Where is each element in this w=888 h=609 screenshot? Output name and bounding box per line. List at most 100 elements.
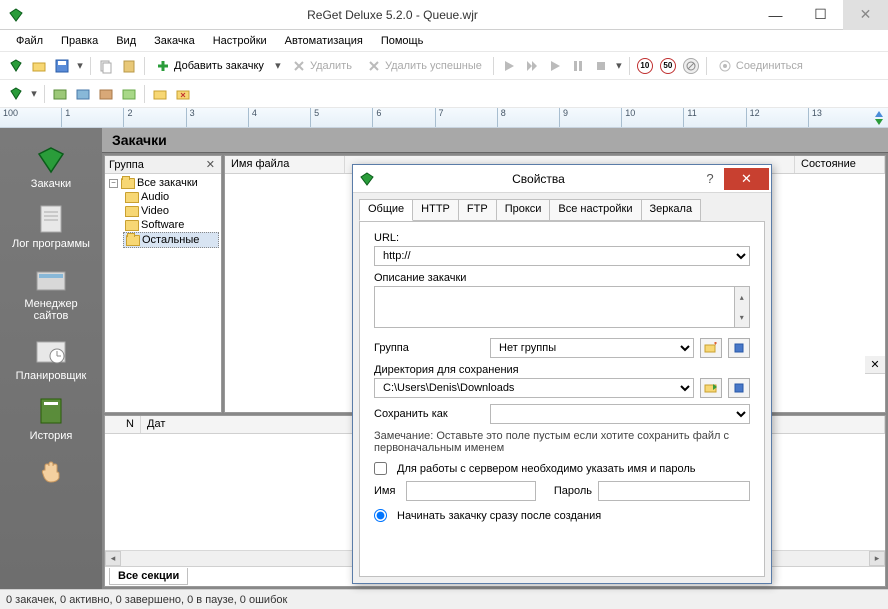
group-pin-button[interactable] [728,338,750,358]
tree-node-software[interactable]: Software [123,218,219,232]
menu-automation[interactable]: Автоматизация [277,32,371,50]
ruler-tick: 11 [683,108,745,127]
save-icon[interactable] [52,56,72,76]
sites-icon [35,264,67,296]
sidebar: Закачки Лог программы Менеджер сайтов Пл… [0,128,102,589]
start-now-label: Начинать закачку сразу после создания [397,510,601,522]
password-field[interactable] [598,481,750,501]
tb2-folder2-icon[interactable] [173,84,193,104]
sidebar-item-sites[interactable]: Менеджер сайтов [7,260,95,326]
spin-down-icon[interactable]: ▾ [735,307,749,327]
collapse-icon[interactable]: − [109,179,118,188]
dialog-close-button[interactable]: ✕ [724,168,769,190]
timeline-ruler[interactable]: 100 1 2 3 4 5 6 7 8 9 10 11 12 13 [0,108,888,128]
sidebar-item-scheduler[interactable]: Планировщик [7,332,95,386]
stop-icon[interactable] [591,56,611,76]
dialog-titlebar: Свойства ? ✕ [353,165,771,193]
tree-root[interactable]: −Все закачки [107,176,219,190]
desc-field[interactable] [374,286,735,328]
tree-node-audio[interactable]: Audio [123,190,219,204]
pane-close-icon[interactable]: ✕ [204,158,217,171]
ruler-scroll-arrows[interactable] [870,108,888,127]
desc-label: Описание закачки [374,272,750,284]
close-button[interactable]: ✕ [843,0,888,30]
maximize-button[interactable]: ☐ [798,0,843,30]
browse-dir-button[interactable] [700,378,722,398]
menu-settings[interactable]: Настройки [205,32,275,50]
speed-unlimited-button[interactable] [681,56,701,76]
tb2-box1-icon[interactable] [50,84,70,104]
pause-icon[interactable] [568,56,588,76]
scroll-right-icon[interactable]: ▸ [869,551,885,566]
speed-50-button[interactable]: 50 [658,56,678,76]
list-pane-close[interactable]: ✕ [865,356,885,374]
tb2-folder-icon[interactable] [150,84,170,104]
spin-up-icon[interactable]: ▴ [735,287,749,307]
tree-node-other[interactable]: Остальные [123,232,219,248]
saveas-field[interactable] [490,404,750,424]
minimize-button[interactable]: — [753,0,798,30]
ruler-tick: 13 [808,108,870,127]
scroll-left-icon[interactable]: ◂ [105,551,121,566]
delete-button[interactable]: Удалить [286,55,358,77]
folder-icon [125,206,139,217]
skip-icon[interactable] [522,56,542,76]
play2-icon[interactable] [545,56,565,76]
tb2-diamond-icon[interactable] [6,84,26,104]
sidebar-item-downloads[interactable]: Закачки [7,140,95,194]
menu-file[interactable]: Файл [8,32,51,50]
col-filename[interactable]: Имя файла [225,156,345,173]
add-download-button[interactable]: Добавить закачку [150,55,270,77]
tree-node-video[interactable]: Video [123,204,219,218]
add-dropdown-icon[interactable]: ▾ [273,59,283,72]
save-dropdown-icon[interactable]: ▾ [75,59,85,72]
menu-download[interactable]: Закачка [146,32,203,50]
auth-checkbox[interactable] [374,462,387,475]
secondary-toolbar: ▾ [0,80,888,108]
url-field[interactable]: http:// [374,246,750,266]
dir-pin-button[interactable] [728,378,750,398]
tb2-box2-icon[interactable] [73,84,93,104]
saveas-label: Сохранить как [374,408,484,420]
speed-10-button[interactable]: 10 [635,56,655,76]
tab-all-settings[interactable]: Все настройки [549,199,641,221]
ruler-tick: 10 [621,108,683,127]
new-group-button[interactable] [700,338,722,358]
tree-header: Группа ✕ [105,156,221,174]
sidebar-item-hand[interactable] [7,452,95,492]
col-n[interactable]: N [105,416,141,433]
col-state[interactable]: Состояние [795,156,885,173]
connect-button[interactable]: Соединиться [712,55,809,77]
delete-successful-button[interactable]: Удалить успешные [361,55,488,77]
tab-mirrors[interactable]: Зеркала [641,199,702,221]
tab-general[interactable]: Общие [359,199,413,221]
scheduler-icon [35,336,67,368]
menu-view[interactable]: Вид [108,32,144,50]
menubar: Файл Правка Вид Закачка Настройки Автома… [0,30,888,52]
ruler-tick: 12 [746,108,808,127]
copy-icon[interactable] [96,56,116,76]
dialog-help-button[interactable]: ? [696,171,724,186]
stop-dropdown-icon[interactable]: ▾ [614,59,624,72]
paste-icon[interactable] [119,56,139,76]
open-icon[interactable] [29,56,49,76]
tb2-diamond-dropdown[interactable]: ▾ [29,87,39,100]
username-field[interactable] [406,481,536,501]
tab-http[interactable]: HTTP [412,199,459,221]
tb2-box3-icon[interactable] [96,84,116,104]
tab-all-sections[interactable]: Все секции [109,568,188,585]
tab-proxy[interactable]: Прокси [496,199,551,221]
sidebar-item-history[interactable]: История [7,392,95,446]
new-icon[interactable] [6,56,26,76]
tab-ftp[interactable]: FTP [458,199,497,221]
group-tree: −Все закачки Audio Video Software Осталь… [105,174,221,250]
dir-field[interactable]: C:\Users\Denis\Downloads [374,378,694,398]
sidebar-item-log[interactable]: Лог программы [7,200,95,254]
menu-help[interactable]: Помощь [373,32,432,50]
menu-edit[interactable]: Правка [53,32,106,50]
start-now-radio[interactable] [374,509,387,522]
group-select[interactable]: Нет группы [490,338,694,358]
tb2-box4-icon[interactable] [119,84,139,104]
play-icon[interactable] [499,56,519,76]
plus-icon [156,59,170,73]
